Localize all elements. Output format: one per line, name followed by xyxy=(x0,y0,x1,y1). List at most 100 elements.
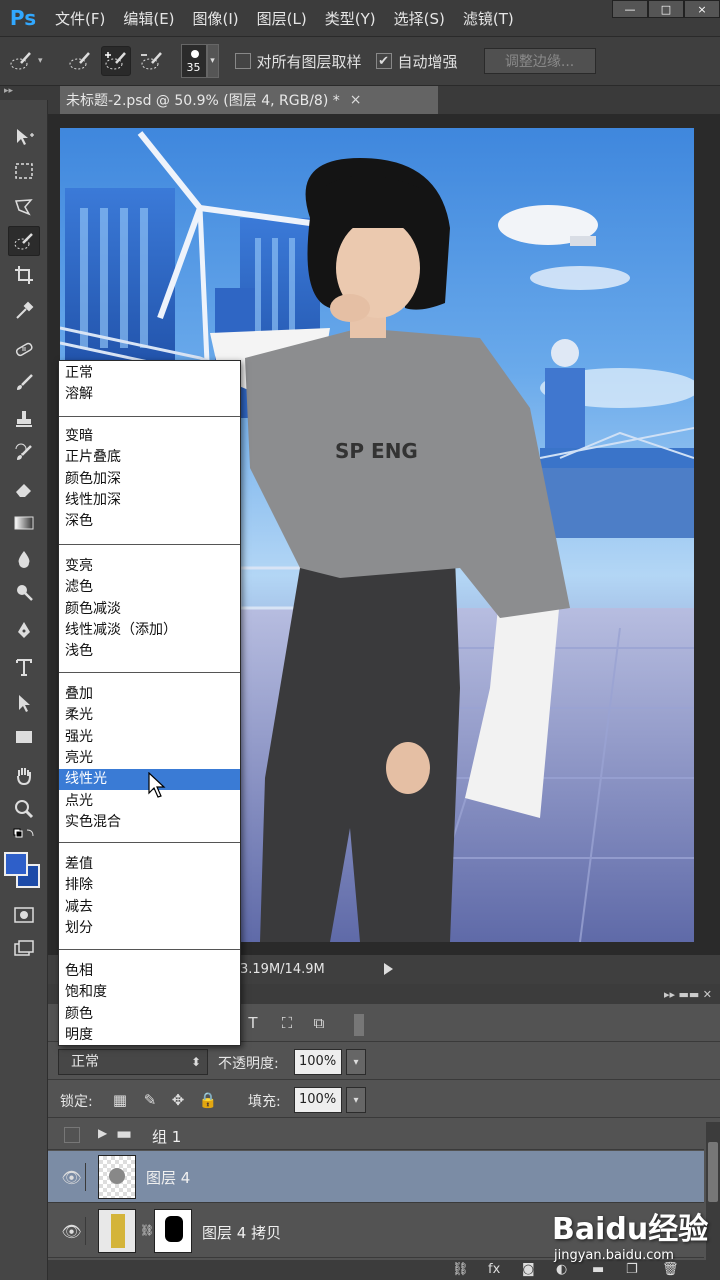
close-button[interactable]: × xyxy=(684,0,720,18)
blend-mode-option[interactable]: 线性加深 xyxy=(59,490,240,511)
marquee-tool[interactable] xyxy=(8,156,40,186)
new-selection-button[interactable] xyxy=(65,46,95,76)
menu-filter[interactable]: 滤镜(T) xyxy=(454,8,523,29)
blend-mode-option[interactable]: 减去 xyxy=(59,897,240,918)
blend-mode-option[interactable]: 线性减淡（添加） xyxy=(59,620,240,641)
healing-brush-tool[interactable] xyxy=(8,334,40,364)
blend-mode-option[interactable]: 排除 xyxy=(59,875,240,896)
menu-type[interactable]: 类型(Y) xyxy=(316,8,385,29)
path-selection-tool[interactable] xyxy=(8,688,40,718)
blend-mode-option[interactable]: 滤色 xyxy=(59,577,240,598)
blend-mode-option[interactable]: 颜色加深 xyxy=(59,469,240,490)
add-mask-icon[interactable]: ◙ xyxy=(522,1262,535,1277)
opacity-input[interactable]: 100% xyxy=(294,1049,342,1075)
blend-mode-option[interactable]: 饱和度 xyxy=(59,982,240,1003)
fx-icon[interactable]: fx xyxy=(488,1262,500,1277)
brush-size-preview[interactable]: 35 xyxy=(180,44,207,78)
expand-triangle-icon[interactable]: ▶ xyxy=(98,1126,107,1140)
blend-mode-option[interactable]: 叠加 xyxy=(59,684,240,705)
blend-mode-option[interactable]: 强光 xyxy=(59,727,240,748)
pen-tool[interactable] xyxy=(8,616,40,646)
menu-edit[interactable]: 编辑(E) xyxy=(114,8,183,29)
link-layers-icon[interactable]: ⛓ xyxy=(452,1262,469,1277)
minimize-button[interactable]: — xyxy=(612,0,648,18)
lock-pixels-brush-icon[interactable]: ✎ xyxy=(140,1090,160,1110)
lock-position-move-icon[interactable]: ✥ xyxy=(168,1090,188,1110)
filter-toggle-switch[interactable] xyxy=(354,1014,364,1036)
add-to-selection-button[interactable] xyxy=(100,46,131,76)
blend-mode-option[interactable]: 划分 xyxy=(59,918,240,939)
document-tab[interactable]: 未标题-2.psd @ 50.9% (图层 4, RGB/8) * × xyxy=(60,86,438,114)
fill-dropdown-arrow-icon[interactable]: ▾ xyxy=(346,1087,366,1113)
blend-mode-option[interactable]: 颜色减淡 xyxy=(59,599,240,620)
screen-mode-button[interactable] xyxy=(8,934,40,964)
toolbox-collapse-icon[interactable]: ▸▸ xyxy=(0,86,48,100)
fill-input[interactable]: 100% xyxy=(294,1087,342,1113)
chain-link-icon[interactable]: ⛓ xyxy=(140,1224,154,1237)
brush-picker-arrow-icon[interactable]: ▾ xyxy=(206,44,219,78)
swap-colors-button[interactable] xyxy=(8,824,40,844)
zoom-tool[interactable] xyxy=(8,794,40,824)
tool-preset-picker[interactable] xyxy=(6,46,36,76)
blend-mode-option[interactable]: 深色 xyxy=(59,511,240,532)
blend-mode-option[interactable]: 明度 xyxy=(59,1025,240,1046)
menu-layer[interactable]: 图层(L) xyxy=(248,8,316,29)
refine-edge-button[interactable]: 调整边缘... xyxy=(483,48,596,74)
quick-mask-button[interactable] xyxy=(8,900,40,930)
blend-mode-option[interactable]: 正片叠底 xyxy=(59,447,240,468)
menu-file[interactable]: 文件(F) xyxy=(46,8,114,29)
blend-mode-option[interactable]: 实色混合 xyxy=(59,812,240,833)
blend-mode-select[interactable]: 正常 xyxy=(58,1049,208,1075)
quick-selection-tool[interactable] xyxy=(8,226,40,256)
blur-tool[interactable] xyxy=(8,544,40,574)
lock-transparency-icon[interactable]: ▦ xyxy=(110,1090,130,1110)
blend-mode-option[interactable]: 正常 xyxy=(59,363,240,384)
lasso-tool[interactable] xyxy=(8,192,40,222)
foreground-color-swatch[interactable] xyxy=(4,852,28,876)
menu-select[interactable]: 选择(S) xyxy=(385,8,454,29)
layer-row-group-1[interactable]: ▶ ▬ 组 1 xyxy=(48,1120,704,1150)
close-tab-icon[interactable]: × xyxy=(350,92,362,108)
brush-tool[interactable] xyxy=(8,368,40,398)
sample-all-layers-checkbox[interactable] xyxy=(234,53,251,69)
eye-icon[interactable]: 👁 xyxy=(58,1217,86,1245)
preset-dropdown-arrow-icon[interactable]: ▾ xyxy=(38,56,43,66)
eyedropper-tool[interactable] xyxy=(8,296,40,326)
subtract-selection-button[interactable] xyxy=(137,46,167,76)
gradient-tool[interactable] xyxy=(8,508,40,538)
status-menu-arrow-icon[interactable] xyxy=(384,963,393,975)
blend-mode-option[interactable]: 亮光 xyxy=(59,748,240,769)
blend-mode-option[interactable]: 差值 xyxy=(59,854,240,875)
type-tool[interactable] xyxy=(8,652,40,682)
blend-mode-option[interactable]: 颜色 xyxy=(59,1004,240,1025)
blend-mode-option[interactable]: 浅色 xyxy=(59,641,240,662)
auto-enhance-checkbox[interactable]: ✔ xyxy=(375,53,392,69)
dodge-tool[interactable] xyxy=(8,578,40,608)
clone-stamp-tool[interactable] xyxy=(8,404,40,434)
type-filter-icon[interactable]: T xyxy=(244,1014,262,1032)
hand-tool[interactable] xyxy=(8,760,40,790)
lock-all-padlock-icon[interactable]: 🔒 xyxy=(198,1090,218,1110)
blend-mode-option[interactable]: 溶解 xyxy=(59,384,240,405)
blend-mode-option[interactable]: 色相 xyxy=(59,961,240,982)
visibility-toggle-empty[interactable] xyxy=(64,1127,80,1143)
layer-mask-thumbnail[interactable] xyxy=(154,1209,192,1253)
history-brush-tool[interactable] xyxy=(8,438,40,468)
smart-object-filter-icon[interactable]: ⧉ xyxy=(310,1014,328,1032)
panel-collapse-icon[interactable]: ▸▸ ▬▬ ✕ xyxy=(664,988,712,1001)
color-swatches[interactable] xyxy=(4,848,44,892)
menu-image[interactable]: 图像(I) xyxy=(184,8,248,29)
shape-filter-icon[interactable]: ⛶ xyxy=(278,1014,296,1032)
scrollbar-thumb[interactable] xyxy=(708,1142,718,1202)
blend-mode-option[interactable]: 变暗 xyxy=(59,426,240,447)
rectangle-tool[interactable] xyxy=(8,722,40,752)
opacity-dropdown-arrow-icon[interactable]: ▾ xyxy=(346,1049,366,1075)
blend-mode-option[interactable]: 柔光 xyxy=(59,705,240,726)
layer-row-layer-4[interactable]: 👁 图层 4 xyxy=(48,1151,704,1203)
maximize-button[interactable]: □ xyxy=(648,0,684,18)
eye-icon[interactable]: 👁 xyxy=(58,1163,86,1191)
move-tool[interactable] xyxy=(8,122,40,152)
eraser-tool[interactable] xyxy=(8,474,40,504)
crop-tool[interactable] xyxy=(8,260,40,290)
blend-mode-option[interactable]: 变亮 xyxy=(59,556,240,577)
